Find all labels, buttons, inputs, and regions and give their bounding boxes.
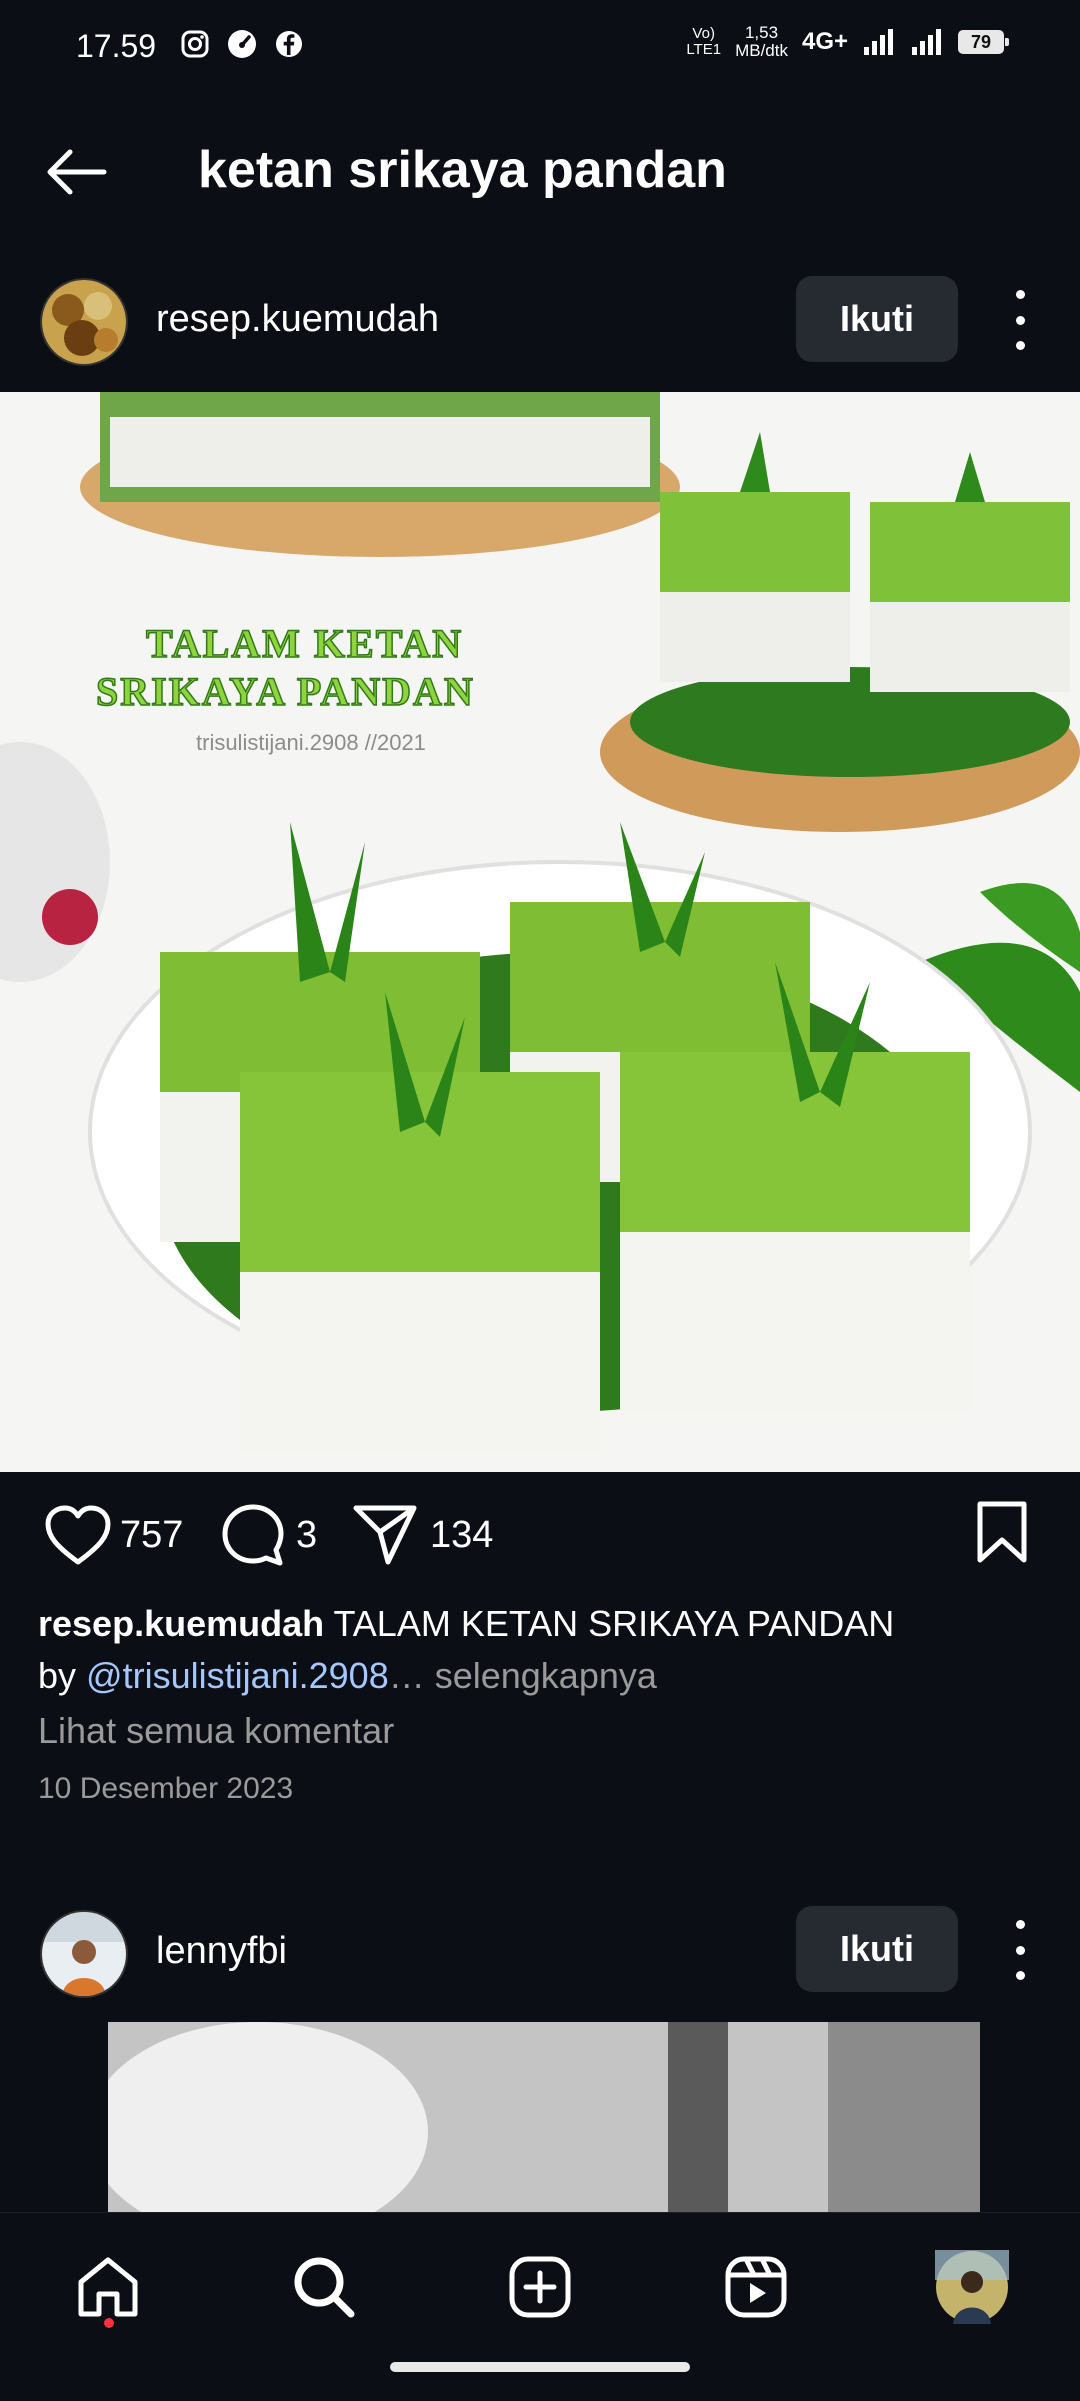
follow-button-2[interactable]: Ikuti: [796, 1906, 958, 1992]
avatar[interactable]: [40, 278, 128, 366]
create-icon: [509, 2256, 571, 2318]
speed-value: 1,53: [744, 23, 779, 42]
profile-avatar: [935, 2250, 1009, 2324]
more-options-icon-2[interactable]: [1010, 1920, 1030, 1980]
avatar-2[interactable]: [40, 1910, 128, 1998]
battery-icon: 79: [958, 30, 1009, 54]
avatar-image: [42, 280, 126, 364]
post2-photo: [108, 2022, 980, 2212]
nav-reels[interactable]: [716, 2247, 796, 2327]
nav-profile[interactable]: [932, 2247, 1012, 2327]
caption-username[interactable]: resep.kuemudah: [38, 1603, 324, 1644]
bottom-navigation: [0, 2212, 1080, 2401]
comments-count[interactable]: 3: [296, 1514, 317, 1557]
status-time: 17.59: [76, 28, 157, 64]
nav-search[interactable]: [284, 2247, 364, 2327]
post-caption: resep.kuemudah TALAM KETAN SRIKAYA PANDA…: [38, 1598, 1038, 1702]
post-image[interactable]: TALAM KETAN SRIKAYA PANDAN trisulistijan…: [0, 392, 1080, 1472]
follow-button[interactable]: Ikuti: [796, 276, 958, 362]
nav-home[interactable]: [68, 2247, 148, 2327]
instagram-icon: [181, 30, 209, 58]
home-icon: [78, 2257, 138, 2317]
network-type: 4G+: [801, 28, 848, 55]
speed-unit: MB/dtk: [735, 41, 788, 60]
post-date: 10 Desember 2023: [38, 1772, 294, 1805]
facebook-icon: [276, 31, 302, 57]
like-icon[interactable]: [44, 1504, 112, 1566]
back-arrow-icon[interactable]: [44, 148, 108, 196]
caption-by: by: [38, 1655, 87, 1696]
home-indicator[interactable]: [390, 2362, 690, 2372]
status-right: Vo) LTE1 1,53 MB/dtk 4G+ 79: [686, 24, 1009, 60]
reels-icon: [725, 2256, 787, 2318]
likes-count[interactable]: 757: [120, 1514, 183, 1557]
volte-indicator: Vo) LTE1: [686, 26, 721, 58]
caption-text: TALAM KETAN SRIKAYA PANDAN: [324, 1603, 895, 1644]
volte-top: Vo): [692, 25, 715, 42]
caption-more-link[interactable]: … selengkapnya: [389, 1655, 657, 1696]
comment-icon[interactable]: [220, 1502, 286, 1568]
post2-image[interactable]: [108, 2022, 980, 2212]
image-overlay-title: TALAM KETAN SRIKAYA PANDAN: [95, 620, 616, 716]
nav-create[interactable]: [500, 2247, 580, 2327]
caption-mention[interactable]: @trisulistijani.2908: [86, 1655, 389, 1696]
page-title: ketan srikaya pandan: [198, 141, 727, 199]
status-app-icons: [180, 28, 304, 60]
image-overlay-credit: trisulistijani.2908 //2021: [196, 730, 426, 755]
overlay-line-1: TALAM KETAN: [145, 620, 464, 667]
search-icon: [294, 2257, 355, 2318]
speed-icon: [228, 30, 256, 58]
share-icon[interactable]: [352, 1502, 418, 1566]
avatar-2-image: [42, 1912, 126, 1996]
cake-photo: [0, 392, 1080, 1472]
bookmark-icon[interactable]: [974, 1500, 1030, 1564]
speed-indicator: 1,53 MB/dtk: [735, 24, 788, 60]
signal-icon: [864, 29, 893, 55]
view-all-comments-link[interactable]: Lihat semua komentar: [38, 1710, 394, 1752]
signal-icon-2: [912, 29, 941, 55]
shares-count[interactable]: 134: [430, 1514, 493, 1557]
overlay-line-2: SRIKAYA PANDAN: [95, 668, 475, 715]
post-username[interactable]: resep.kuemudah: [156, 298, 439, 341]
more-options-icon[interactable]: [1010, 290, 1030, 350]
post2-username[interactable]: lennyfbi: [156, 1930, 287, 1973]
home-notification-dot: [104, 2318, 114, 2328]
volte-bottom: LTE1: [686, 41, 722, 58]
